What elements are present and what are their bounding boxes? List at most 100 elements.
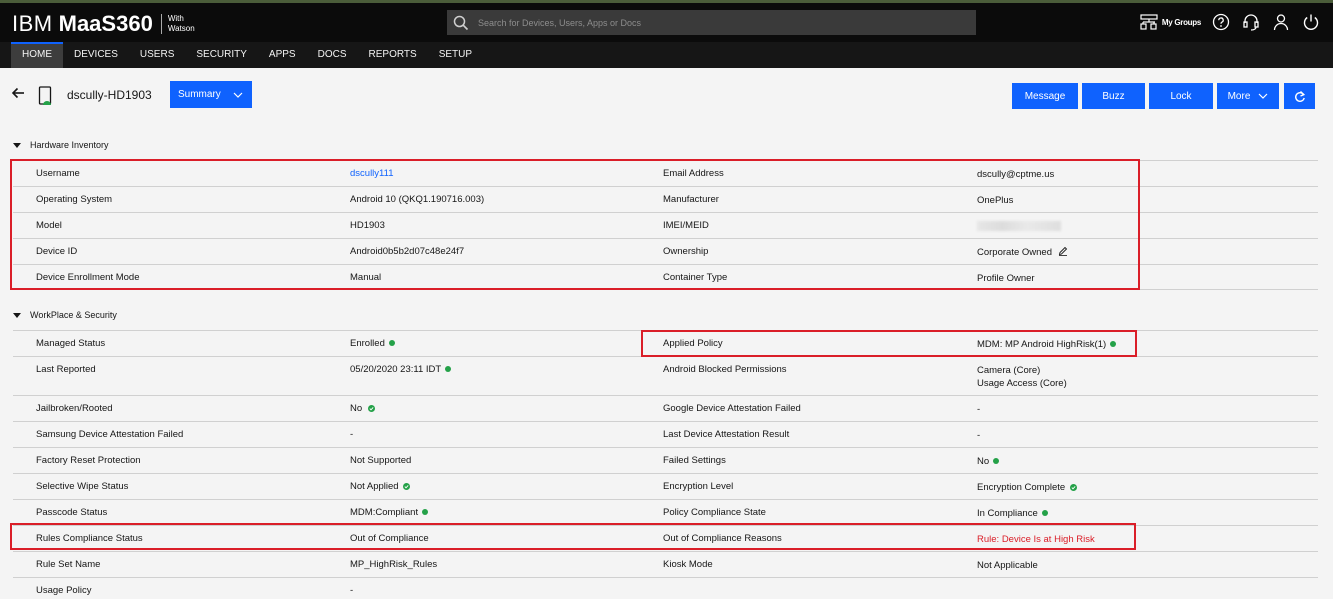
check-circle-icon	[1069, 484, 1077, 491]
my-groups-label: My Groups	[1161, 17, 1201, 27]
field-value: Camera (Core)	[977, 365, 1041, 376]
logo-product: MaaS360	[58, 11, 153, 36]
workplace-security-table: Managed Status Enrolled Applied Policy M…	[13, 330, 1318, 599]
main-nav: HOME DEVICES USERS SECURITY APPS DOCS RE…	[0, 42, 1333, 68]
field-label: Container Type	[663, 272, 728, 283]
top-bar: IBM MaaS360 With Watson My Groups	[0, 0, 1333, 42]
ownership-value: Corporate Owned	[977, 246, 1068, 259]
search-icon	[453, 15, 469, 30]
field-value: OnePlus	[977, 195, 1014, 206]
my-groups-button[interactable]: My Groups	[1140, 14, 1201, 30]
field-label: IMEI/MEID	[663, 220, 709, 231]
field-label: Samsung Device Attestation Failed	[36, 429, 184, 440]
field-value: -	[350, 429, 354, 440]
table-row: Rules Compliance Status Out of Complianc…	[13, 525, 1318, 551]
help-icon[interactable]	[1211, 12, 1231, 32]
table-row: Last Reported 05/20/2020 23:11 IDT Andro…	[13, 356, 1318, 395]
field-value: No	[977, 456, 990, 467]
field-label: Device ID	[36, 246, 78, 257]
blocked-permissions-list: Camera (Core) Usage Access (Core)	[977, 364, 1067, 390]
field-label: Factory Reset Protection	[36, 455, 141, 466]
logo-watson: With Watson	[168, 14, 195, 34]
global-search[interactable]	[447, 10, 976, 35]
field-label: Managed Status	[36, 338, 106, 349]
field-label: Encryption Level	[663, 481, 734, 492]
message-button[interactable]: Message	[1012, 83, 1078, 109]
compliance-reason-value: Rule: Device Is at High Risk	[977, 534, 1095, 545]
status-value: No	[350, 403, 375, 414]
message-button-label: Message	[1024, 90, 1066, 102]
table-row: Factory Reset Protection Not Supported F…	[13, 447, 1318, 473]
view-select-dropdown[interactable]: Summary	[170, 81, 252, 108]
status-value: Enrolled	[350, 338, 395, 349]
tab-apps[interactable]: APPS	[258, 42, 307, 68]
status-ok-dot	[993, 458, 1000, 465]
search-input[interactable]	[478, 17, 958, 28]
field-label: Model	[36, 220, 62, 231]
field-label: Email Address	[663, 168, 724, 179]
section-title: Hardware Inventory	[30, 140, 109, 150]
edit-pencil-icon[interactable]	[1058, 246, 1068, 256]
tab-home[interactable]: HOME	[11, 42, 63, 68]
field-label: Manufacturer	[663, 194, 719, 205]
more-actions-dropdown[interactable]: More	[1217, 83, 1279, 109]
workplace-security-header[interactable]: WorkPlace & Security	[13, 310, 117, 320]
power-logout-icon[interactable]	[1301, 12, 1321, 32]
buzz-button-label: Buzz	[1102, 90, 1125, 102]
field-value: -	[977, 430, 981, 441]
field-value: Profile Owner	[977, 273, 1035, 284]
logo-with-text: With	[167, 14, 184, 23]
status-ok-dot	[1110, 341, 1117, 348]
back-arrow-icon[interactable]	[11, 86, 25, 100]
logo-divider	[160, 14, 162, 34]
table-row: Managed Status Enrolled Applied Policy M…	[13, 330, 1318, 356]
tab-devices[interactable]: DEVICES	[63, 42, 129, 68]
tab-setup[interactable]: SETUP	[428, 42, 483, 68]
field-value: Android0b5b2d07c48e24f7	[350, 246, 465, 257]
status-value: MDM:Compliant	[350, 507, 429, 518]
table-row: Model HD1903 IMEI/MEID	[13, 212, 1318, 238]
redaction-blur	[977, 221, 1061, 232]
hardware-inventory-header[interactable]: Hardware Inventory	[13, 140, 109, 150]
username-link[interactable]: dscully111	[350, 168, 393, 179]
table-row: Jailbroken/Rooted No Google Device Attes…	[13, 395, 1318, 421]
field-label: Username	[36, 168, 80, 179]
field-label: Out of Compliance Reasons	[663, 533, 782, 544]
field-value: Corporate Owned	[977, 247, 1052, 258]
table-row: Device ID Android0b5b2d07c48e24f7 Owners…	[13, 238, 1318, 264]
field-value: MDM: MP Android HighRisk(1)	[977, 339, 1107, 350]
lock-button[interactable]: Lock	[1149, 83, 1213, 109]
field-label: Rules Compliance Status	[36, 533, 143, 544]
field-value: Manual	[350, 272, 382, 283]
table-row: Operating System Android 10 (QKQ1.190716…	[13, 186, 1318, 212]
table-row: Device Enrollment Mode Manual Container …	[13, 264, 1318, 290]
tab-reports[interactable]: REPORTS	[358, 42, 428, 68]
tab-users[interactable]: USERS	[129, 42, 185, 68]
table-row: Username dscully111 Email Address dscull…	[13, 160, 1318, 186]
support-headset-icon[interactable]	[1241, 12, 1261, 32]
collapse-triangle-icon	[13, 312, 21, 318]
status-ok-dot	[1041, 510, 1048, 517]
check-circle-icon	[367, 405, 375, 412]
status-value: In Compliance	[977, 507, 1048, 520]
user-profile-icon[interactable]	[1271, 12, 1291, 32]
field-value: Encryption Complete	[977, 482, 1066, 493]
table-row: Passcode Status MDM:Compliant Policy Com…	[13, 499, 1318, 525]
status-value: Encryption Complete	[977, 481, 1077, 494]
buzz-button[interactable]: Buzz	[1082, 83, 1145, 109]
lock-button-label: Lock	[1170, 90, 1192, 102]
app-logo[interactable]: IBM MaaS360 With Watson	[12, 11, 195, 37]
tab-security[interactable]: SECURITY	[185, 42, 258, 68]
table-row: Rule Set Name MP_HighRisk_Rules Kiosk Mo…	[13, 551, 1318, 577]
field-value: Usage Access (Core)	[977, 378, 1067, 389]
field-label: Passcode Status	[36, 507, 108, 518]
section-title: WorkPlace & Security	[30, 310, 117, 320]
table-row: Usage Policy -	[13, 577, 1318, 599]
refresh-button[interactable]	[1284, 83, 1315, 109]
field-value: MDM:Compliant	[350, 507, 419, 518]
tab-docs[interactable]: DOCS	[307, 42, 358, 68]
more-button-label: More	[1227, 90, 1251, 102]
field-value: In Compliance	[977, 508, 1038, 519]
refresh-icon	[1294, 90, 1305, 102]
chevron-down-icon	[233, 92, 243, 98]
